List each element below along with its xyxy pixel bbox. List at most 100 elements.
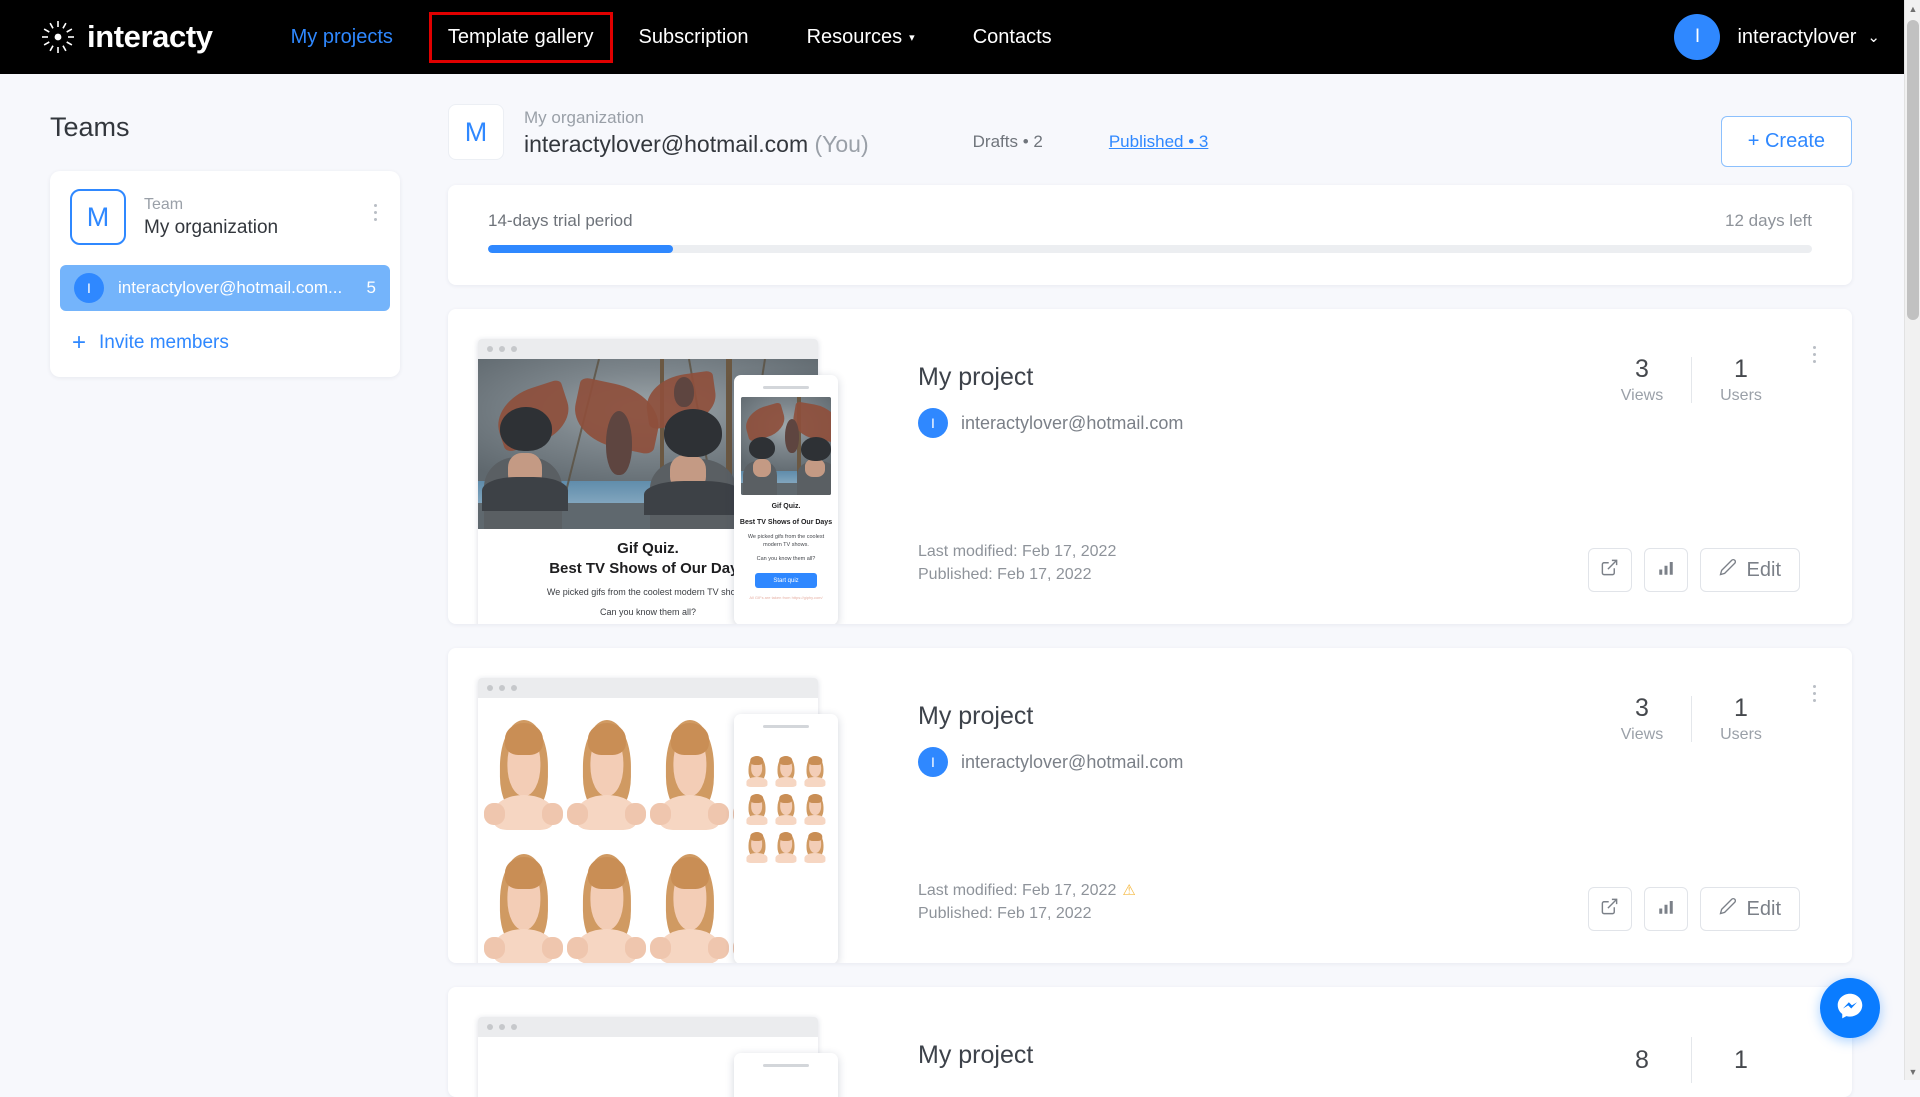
project-info: My project I interactylover@hotmail.com bbox=[918, 363, 1183, 438]
browser-dots bbox=[478, 1017, 818, 1037]
bar-chart-icon bbox=[1657, 559, 1675, 582]
sidebar-member-item[interactable]: I interactylover@hotmail.com... 5 bbox=[60, 265, 390, 311]
team-card: M Team My organization I interactylover@… bbox=[50, 171, 400, 377]
main-content: M My organization interactylover@hotmail… bbox=[448, 74, 1904, 1097]
vertical-scrollbar[interactable]: ▲ ▼ bbox=[1904, 0, 1920, 1080]
mobile-preview-frame bbox=[734, 714, 838, 963]
member-project-count: 5 bbox=[367, 278, 376, 298]
team-meta: Team My organization bbox=[144, 195, 278, 240]
project-title: My project bbox=[918, 702, 1183, 731]
users-count: 1 bbox=[1702, 692, 1780, 724]
nav-item-subscription[interactable]: Subscription bbox=[623, 15, 765, 60]
users-stat: 1 bbox=[1702, 1044, 1780, 1076]
team-name: My organization bbox=[144, 215, 278, 240]
statistics-button[interactable] bbox=[1644, 887, 1688, 931]
nav-links: My projects Template gallery Subscriptio… bbox=[275, 12, 1068, 63]
mobile-subtitle2: Can you know them all? bbox=[734, 555, 838, 563]
scrollbar-thumb[interactable] bbox=[1907, 20, 1919, 320]
owner-email: interactylover@hotmail.com bbox=[961, 752, 1183, 773]
mobile-footnote: All GIFs are taken from https://giphy.co… bbox=[734, 595, 838, 600]
avatar: I bbox=[74, 273, 104, 303]
nav-item-resources[interactable]: Resources▾ bbox=[791, 15, 931, 60]
create-button[interactable]: + Create bbox=[1721, 116, 1852, 167]
avatar: I bbox=[918, 747, 948, 777]
edit-button[interactable]: Edit bbox=[1700, 887, 1800, 931]
bar-chart-icon bbox=[1657, 898, 1675, 921]
project-filters: Drafts • 2 Published • 3 bbox=[973, 112, 1209, 152]
trial-progress-bar bbox=[488, 245, 1812, 253]
project-thumbnail[interactable] bbox=[478, 678, 878, 963]
trial-period-card: 14-days trial period 12 days left bbox=[448, 185, 1852, 285]
statistics-button[interactable] bbox=[1644, 548, 1688, 592]
interacty-radial-logo-icon bbox=[38, 17, 78, 57]
organization-header: M My organization interactylover@hotmail… bbox=[448, 74, 1904, 166]
messenger-icon bbox=[1833, 989, 1867, 1028]
org-you-suffix: (You) bbox=[815, 131, 869, 157]
project-card[interactable]: My project 8 1 bbox=[448, 987, 1852, 1097]
edit-button[interactable]: Edit bbox=[1700, 548, 1800, 592]
chevron-down-icon: ▾ bbox=[909, 31, 915, 44]
project-owner: I interactylover@hotmail.com bbox=[918, 408, 1183, 438]
pencil-icon bbox=[1719, 558, 1737, 582]
project-info: My project bbox=[918, 1041, 1033, 1070]
user-name: interactylover bbox=[1737, 26, 1856, 49]
users-label: Users bbox=[1702, 385, 1780, 407]
pencil-icon bbox=[1719, 897, 1737, 921]
project-card[interactable]: Gif Quiz. Best TV Shows of Our Days We p… bbox=[448, 309, 1852, 624]
messenger-chat-button[interactable] bbox=[1820, 978, 1880, 1038]
browser-dots bbox=[478, 678, 818, 698]
kebab-menu-icon[interactable] bbox=[1804, 678, 1824, 708]
kebab-menu-icon[interactable] bbox=[364, 197, 386, 227]
brand-name: interacty bbox=[87, 19, 213, 55]
preview-button[interactable] bbox=[1588, 548, 1632, 592]
stat-divider bbox=[1691, 696, 1692, 742]
views-stat: 3 Views bbox=[1603, 353, 1681, 407]
avatar: I bbox=[1674, 14, 1720, 60]
views-label: Views bbox=[1603, 724, 1681, 746]
project-dates: Last modified: Feb 17, 2022 Published: F… bbox=[918, 540, 1116, 586]
mobile-subtitle: We picked gifs from the coolest modern T… bbox=[734, 533, 838, 549]
org-meta: My organization interactylover@hotmail.c… bbox=[524, 106, 869, 159]
project-owner: I interactylover@hotmail.com bbox=[918, 747, 1183, 777]
published-date: Published: Feb 17, 2022 bbox=[918, 902, 1136, 925]
project-stats: 3 Views 1 Users bbox=[1603, 353, 1780, 407]
preview-button[interactable] bbox=[1588, 887, 1632, 931]
start-quiz-button[interactable]: Start quiz bbox=[755, 573, 817, 588]
published-date: Published: Feb 17, 2022 bbox=[918, 563, 1116, 586]
trial-row: 14-days trial period 12 days left bbox=[488, 211, 1812, 231]
invite-members-button[interactable]: + Invite members bbox=[72, 331, 400, 355]
kebab-menu-icon[interactable] bbox=[1804, 339, 1824, 369]
teams-sidebar: Teams M Team My organization I interacty… bbox=[0, 74, 448, 377]
views-count: 8 bbox=[1603, 1044, 1681, 1076]
project-card[interactable]: My project I interactylover@hotmail.com … bbox=[448, 648, 1852, 963]
project-info: My project I interactylover@hotmail.com bbox=[918, 702, 1183, 777]
chevron-down-icon[interactable]: ▼ bbox=[1905, 1063, 1920, 1080]
edit-label: Edit bbox=[1747, 898, 1781, 921]
project-thumbnail[interactable] bbox=[478, 1017, 878, 1097]
filter-drafts[interactable]: Drafts • 2 bbox=[973, 132, 1043, 152]
project-thumbnail[interactable]: Gif Quiz. Best TV Shows of Our Days We p… bbox=[478, 339, 878, 624]
project-stats: 8 1 bbox=[1603, 1037, 1780, 1083]
user-menu[interactable]: I interactylover ⌄ bbox=[1674, 0, 1880, 74]
trial-days-left: 12 days left bbox=[1725, 211, 1812, 231]
plus-icon: + bbox=[72, 331, 86, 355]
team-logo: M bbox=[70, 189, 126, 245]
users-count: 1 bbox=[1702, 353, 1780, 385]
project-actions: Edit bbox=[1588, 887, 1800, 931]
views-label: Views bbox=[1603, 385, 1681, 407]
org-email-value: interactylover@hotmail.com bbox=[524, 131, 808, 157]
filter-published[interactable]: Published • 3 bbox=[1109, 132, 1209, 152]
nav-item-my-projects[interactable]: My projects bbox=[275, 15, 409, 60]
page-body: Teams M Team My organization I interacty… bbox=[0, 74, 1904, 1080]
chevron-up-icon[interactable]: ▲ bbox=[1905, 0, 1920, 17]
last-modified-date: Last modified: Feb 17, 2022⚠ bbox=[918, 879, 1136, 902]
brand-logo[interactable]: interacty bbox=[38, 17, 213, 57]
team-header[interactable]: M Team My organization bbox=[50, 189, 400, 245]
stat-divider bbox=[1691, 1037, 1692, 1083]
project-actions: Edit bbox=[1588, 548, 1800, 592]
nav-item-template-gallery[interactable]: Template gallery bbox=[429, 12, 613, 63]
nav-item-contacts[interactable]: Contacts bbox=[957, 15, 1068, 60]
project-stats: 3 Views 1 Users bbox=[1603, 692, 1780, 746]
mobile-preview-frame bbox=[734, 1053, 838, 1097]
views-count: 3 bbox=[1603, 692, 1681, 724]
